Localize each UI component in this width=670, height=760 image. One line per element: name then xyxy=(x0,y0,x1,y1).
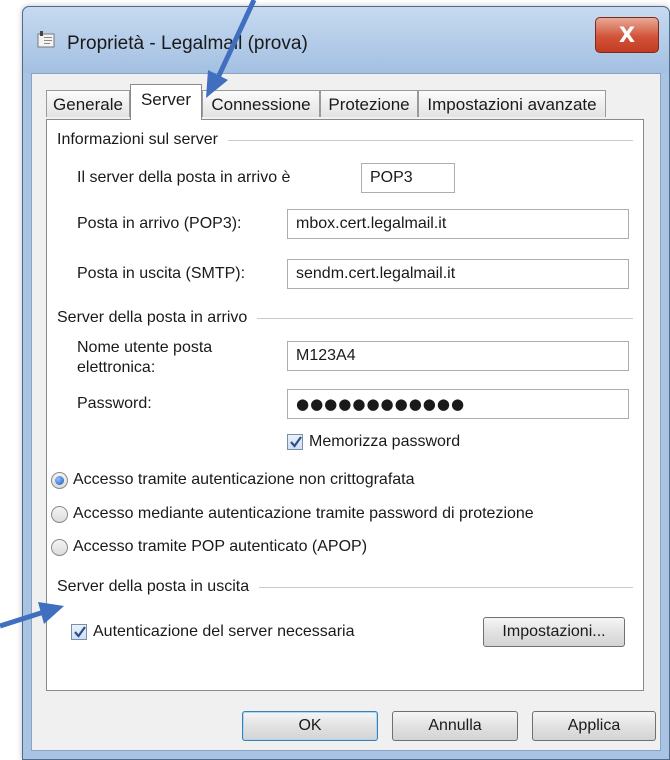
incoming-server-input[interactable]: mbox.cert.legalmail.it xyxy=(287,209,629,239)
outgoing-settings-button[interactable]: Impostazioni... xyxy=(483,617,625,647)
dialog-client-area: Generale Server Connessione Protezione I… xyxy=(31,73,661,751)
incoming-server-group-title: Server della posta in arrivo xyxy=(57,309,258,327)
password-input[interactable]: ●●●●●●●●●●●● xyxy=(287,389,629,419)
incoming-server-label: Posta in arrivo (POP3): xyxy=(77,215,242,232)
server-auth-required-checkbox[interactable] xyxy=(71,624,87,640)
remember-password-label[interactable]: Memorizza password xyxy=(309,432,460,452)
auth-plain-radio[interactable] xyxy=(51,472,68,489)
tab-protezione[interactable]: Protezione xyxy=(320,90,418,117)
annotation-arrow-icon xyxy=(0,602,64,629)
annotation-arrow-icon xyxy=(206,0,257,98)
checkmark-icon xyxy=(74,626,86,638)
properties-dialog: Proprietà - Legalmail (prova) X Generale… xyxy=(22,6,670,760)
checkmark-icon xyxy=(290,436,302,448)
auth-spa-label[interactable]: Accesso mediante autenticazione tramite … xyxy=(73,504,534,524)
server-auth-required-label[interactable]: Autenticazione del server necessaria xyxy=(93,622,354,642)
tab-server[interactable]: Server xyxy=(130,84,202,120)
password-label: Password: xyxy=(77,395,152,412)
username-label-line2: elettronica: xyxy=(77,359,156,376)
username-input[interactable]: M123A4 xyxy=(287,341,629,371)
remember-password-checkbox[interactable] xyxy=(287,434,303,450)
close-button[interactable]: X xyxy=(595,17,659,53)
auth-apop-radio[interactable] xyxy=(51,539,68,556)
username-label: Nome utente posta elettronica: xyxy=(77,338,212,378)
outgoing-server-label: Posta in uscita (SMTP): xyxy=(77,265,246,282)
username-label-line1: Nome utente posta xyxy=(77,339,213,356)
auth-spa-radio[interactable] xyxy=(51,506,68,523)
mail-account-icon xyxy=(37,31,55,48)
server-tab-panel: Informazioni sul server Il server della … xyxy=(46,119,644,691)
title-bar[interactable]: Proprietà - Legalmail (prova) X xyxy=(23,7,669,73)
cancel-button[interactable]: Annulla xyxy=(392,711,518,741)
auth-apop-label[interactable]: Accesso tramite POP autenticato (APOP) xyxy=(73,537,367,557)
close-icon: X xyxy=(618,23,636,47)
ok-button[interactable]: OK xyxy=(242,711,378,741)
auth-plain-label[interactable]: Accesso tramite autenticazione non critt… xyxy=(73,470,415,490)
tab-impostazioni-avanzate[interactable]: Impostazioni avanzate xyxy=(418,90,606,117)
outgoing-server-input[interactable]: sendm.cert.legalmail.it xyxy=(287,259,629,289)
server-info-group-title: Informazioni sul server xyxy=(57,131,228,149)
incoming-type-label: Il server della posta in arrivo è xyxy=(77,169,291,186)
outgoing-server-group-title: Server della posta in uscita xyxy=(57,578,260,596)
incoming-type-value: POP3 xyxy=(361,163,455,193)
tab-generale[interactable]: Generale xyxy=(46,90,130,117)
apply-button[interactable]: Applica xyxy=(532,711,656,741)
